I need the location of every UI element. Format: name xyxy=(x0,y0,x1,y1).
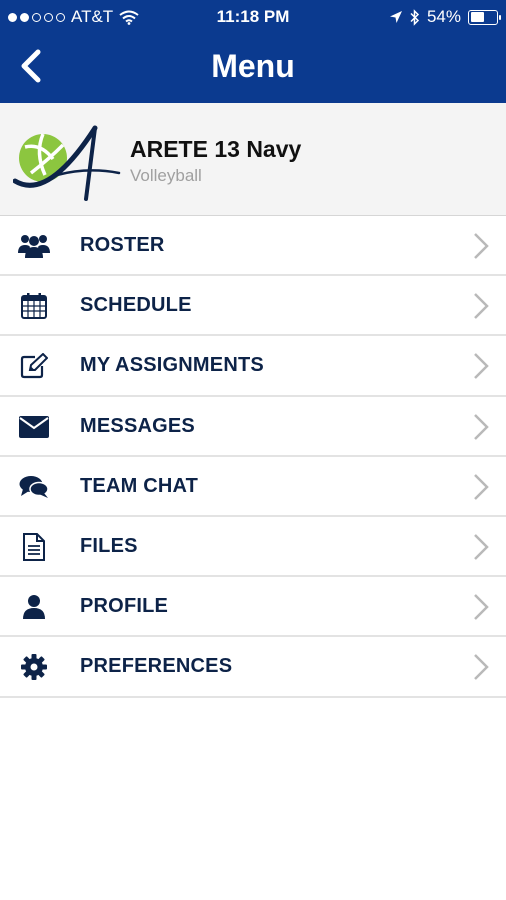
location-arrow-icon xyxy=(389,11,402,23)
chevron-right-icon xyxy=(474,233,489,259)
chevron-right-icon xyxy=(474,353,489,380)
chevron-right-icon xyxy=(474,473,489,500)
status-bar: AT&T 11:18 PM 54% xyxy=(0,0,506,34)
menu-item-team-chat[interactable]: TEAM CHAT xyxy=(0,456,506,517)
gear-icon xyxy=(18,653,50,681)
menu-item-label: PREFERENCES xyxy=(80,655,233,678)
menu-item-messages[interactable]: MESSAGES xyxy=(0,396,506,457)
menu-item-label: ROSTER xyxy=(80,234,165,256)
user-icon xyxy=(18,593,50,621)
menu-item-label: PROFILE xyxy=(80,595,169,618)
calendar-icon xyxy=(18,292,50,320)
menu-list: ROSTER SCHEDULE MY ASSIGNMENTS MESSAGES … xyxy=(0,216,506,698)
users-icon xyxy=(18,232,50,260)
battery-icon xyxy=(468,9,501,25)
menu-item-roster[interactable]: ROSTER xyxy=(0,216,506,277)
chevron-right-icon xyxy=(474,594,489,621)
edit-icon xyxy=(18,352,50,380)
team-logo xyxy=(13,125,121,201)
menu-item-label: TEAM CHAT xyxy=(80,474,199,497)
chevron-right-icon xyxy=(474,413,489,440)
navigation-bar: AT&T 11:18 PM 54% Menu xyxy=(0,0,506,103)
file-icon xyxy=(18,532,50,561)
menu-item-files[interactable]: FILES xyxy=(0,516,506,578)
menu-item-schedule[interactable]: SCHEDULE xyxy=(0,276,506,337)
chevron-right-icon xyxy=(474,654,489,681)
menu-item-profile[interactable]: PROFILE xyxy=(0,577,506,638)
team-header[interactable]: ARETE 13 Navy Volleyball xyxy=(0,103,506,216)
team-sport: Volleyball xyxy=(130,166,202,185)
menu-item-label: FILES xyxy=(80,534,138,557)
menu-item-my-assignments[interactable]: MY ASSIGNMENTS xyxy=(0,336,506,397)
team-name: ARETE 13 Navy xyxy=(130,136,302,162)
menu-item-preferences[interactable]: PREFERENCES xyxy=(0,637,506,698)
battery-percent: 54% xyxy=(426,7,461,26)
envelope-icon xyxy=(18,413,50,441)
chevron-right-icon xyxy=(474,293,489,320)
menu-item-label: SCHEDULE xyxy=(80,294,192,317)
menu-item-label: MY ASSIGNMENTS xyxy=(80,354,264,377)
chevron-right-icon xyxy=(474,534,489,560)
chat-bubbles-icon xyxy=(18,473,50,501)
page-title: Menu xyxy=(211,48,295,84)
menu-item-label: MESSAGES xyxy=(80,414,195,437)
bluetooth-icon xyxy=(410,8,420,26)
